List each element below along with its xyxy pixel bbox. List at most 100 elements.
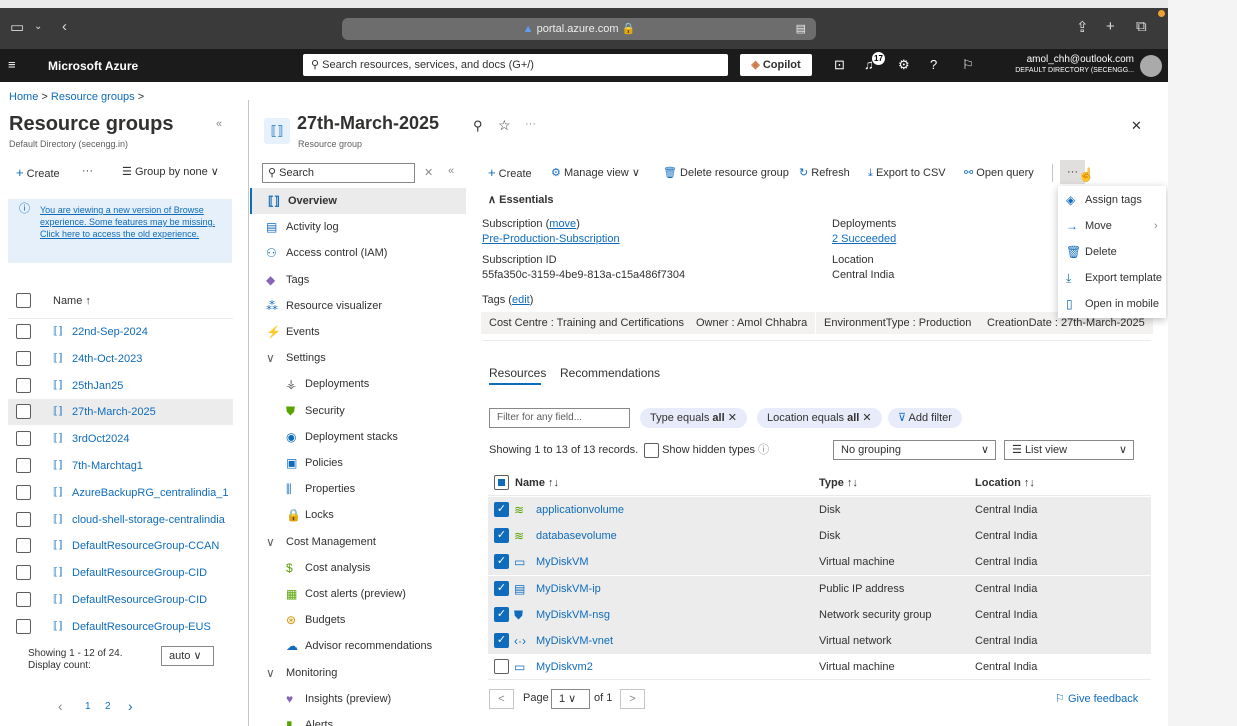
col-location[interactable]: Location ↑↓ [975, 470, 1035, 496]
remove-filter-icon[interactable]: ✕ [862, 412, 871, 424]
page-2-link[interactable]: 2 [105, 701, 111, 712]
resource-group-link[interactable]: AzureBackupRG_centralindia_1 [72, 480, 229, 506]
resource-name-link[interactable]: MyDiskVM-vnet [536, 628, 613, 654]
checkbox[interactable] [16, 484, 31, 500]
grouping-dropdown[interactable]: No grouping ∨ [833, 440, 996, 460]
reader-icon[interactable]: ▤ [796, 18, 806, 40]
new-tab-icon[interactable]: + [1106, 18, 1115, 35]
resource-group-link[interactable]: DefaultResourceGroup-EUS [72, 614, 211, 640]
table-row[interactable]: ✓ ⛊ MyDiskVM-nsg Network security group Cent… [488, 601, 1151, 628]
table-row[interactable]: ✓ ▭ MyDiskVM Virtual machine Central India [488, 549, 1151, 576]
next-page-icon[interactable]: › [128, 698, 133, 714]
row-checkbox[interactable] [494, 659, 509, 675]
resource-group-row[interactable]: ⟦⟧ 27th-March-2025 [8, 399, 233, 426]
tag-chip[interactable]: Owner : Amol Chhabra [688, 312, 816, 334]
table-row[interactable]: ▭ MyDiskvm2 Virtual machine Central India [488, 654, 1151, 681]
resource-group-row[interactable]: ⟦⟧ DefaultResourceGroup-CID [8, 587, 233, 613]
clear-search-icon[interactable]: ✕ [424, 166, 433, 179]
address-bar[interactable]: ▲ portal.azure.com 🔒 ▤ [342, 18, 816, 40]
give-feedback-link[interactable]: ⚐ Give feedback [1055, 692, 1138, 705]
resource-group-row[interactable]: ⟦⟧ 3rdOct2024 [8, 426, 233, 452]
create-button[interactable]: + Create [16, 165, 60, 180]
share-icon[interactable]: ⇪ [1076, 18, 1089, 36]
display-count-dropdown[interactable]: auto ∨ [161, 646, 214, 666]
nav-item-monitoring[interactable]: ∨ Monitoring [250, 660, 466, 686]
nav-item-access-control-iam[interactable]: ⚇ Access control (IAM) [250, 240, 466, 266]
resource-group-link[interactable]: 27th-March-2025 [72, 399, 156, 425]
breadcrumb-home[interactable]: Home [9, 91, 38, 103]
resource-group-link[interactable]: cloud-shell-storage-centralindia [72, 507, 225, 533]
row-checkbox[interactable]: ✓ [494, 633, 509, 648]
nav-item-cost-analysis[interactable]: $ Cost analysis [250, 555, 466, 581]
page-1-link[interactable]: 1 [85, 701, 91, 712]
resource-group-link[interactable]: DefaultResourceGroup-CID [72, 587, 207, 613]
nav-item-settings[interactable]: ∨ Settings [250, 345, 466, 371]
deployments-link[interactable]: 2 Succeeded [832, 233, 896, 245]
nav-item-security[interactable]: ⛊ Security [250, 398, 466, 424]
copilot-button[interactable]: ◈ Copilot [740, 54, 812, 76]
view-dropdown[interactable]: ☰ List view ∨ [1004, 440, 1134, 460]
filter-input[interactable]: Filter for any field... [489, 408, 630, 428]
global-search-input[interactable]: ⚲ Search resources, services, and docs (… [303, 54, 728, 76]
group-by-dropdown[interactable]: ☰ Group by none ∨ [122, 165, 219, 178]
create-resource-button[interactable]: + Create [488, 165, 532, 181]
resource-group-row[interactable]: ⟦⟧ 24th-Oct-2023 [8, 346, 233, 372]
resource-group-row[interactable]: ⟦⟧ 25thJan25 [8, 373, 233, 399]
resource-group-link[interactable]: 7th-Marchtag1 [72, 453, 143, 479]
resource-name-link[interactable]: applicationvolume [536, 497, 624, 523]
resource-group-link[interactable]: DefaultResourceGroup-CCAN [72, 533, 219, 559]
subscription-link[interactable]: Pre-Production-Subscription [482, 233, 620, 245]
help-icon[interactable]: ? [930, 57, 937, 72]
resource-group-row[interactable]: ⟦⟧ 22nd-Sep-2024 [8, 319, 233, 345]
menu-item-move[interactable]: → Move › [1066, 213, 1166, 239]
row-checkbox[interactable]: ✓ [494, 502, 509, 517]
tab-resources[interactable]: Resources [489, 366, 546, 380]
chevron-down-icon[interactable]: ⌄ [34, 21, 42, 32]
resource-name-link[interactable]: MyDiskvm2 [536, 654, 593, 680]
cloud-shell-icon[interactable]: ⊡ [834, 57, 845, 73]
manage-view-button[interactable]: ⚙ Manage view ∨ [551, 165, 640, 181]
more-button[interactable]: ··· [82, 165, 93, 177]
name-column-header[interactable]: Name ↑ [53, 295, 91, 307]
nav-search-input[interactable]: ⚲ Search [262, 163, 415, 183]
user-email[interactable]: amol_chh@outlook.com [1027, 54, 1134, 65]
checkbox[interactable] [16, 565, 31, 581]
menu-item-open-in-mobile[interactable]: ▯ Open in mobile [1066, 291, 1166, 317]
nav-item-activity-log[interactable]: ▤ Activity log [250, 214, 466, 240]
open-query-button[interactable]: ⚯ Open query [964, 165, 1034, 181]
nav-item-insights-preview[interactable]: ♥ Insights (preview) [250, 686, 466, 712]
resource-name-link[interactable]: MyDiskVM-nsg [536, 602, 610, 628]
checkbox[interactable] [16, 592, 31, 607]
breadcrumb-resource-groups[interactable]: Resource groups [51, 91, 135, 103]
select-all-resources-checkbox[interactable] [494, 475, 509, 490]
brand[interactable]: Microsoft Azure [48, 59, 138, 73]
resource-group-link[interactable]: 22nd-Sep-2024 [72, 319, 148, 345]
table-row[interactable]: ✓ ‹·› MyDiskVM-vnet Virtual network Central … [488, 628, 1151, 654]
nav-item-overview[interactable]: ⟦⟧ Overview [250, 188, 466, 214]
remove-filter-icon[interactable]: ✕ [728, 412, 737, 424]
resource-group-link[interactable]: 24th-Oct-2023 [72, 346, 142, 372]
table-row[interactable]: ✓ ≋ databasevolume Disk Central India [488, 523, 1151, 550]
checkbox[interactable] [16, 293, 31, 308]
collapse-nav-icon[interactable]: « [448, 165, 454, 177]
col-name[interactable]: Name ↑↓ [515, 470, 559, 496]
settings-gear-icon[interactable]: ⚙ [898, 57, 910, 73]
page-dropdown[interactable]: 1 ∨ [551, 689, 590, 709]
resource-group-row[interactable]: ⟦⟧ DefaultResourceGroup-CCAN [8, 533, 233, 559]
move-link[interactable]: move [549, 218, 576, 230]
location-filter-pill[interactable]: Location equals all ✕ [757, 408, 882, 428]
checkbox[interactable] [16, 404, 31, 420]
resource-group-link[interactable]: DefaultResourceGroup-CID [72, 560, 207, 586]
avatar[interactable] [1140, 55, 1162, 77]
resource-group-row[interactable]: ⟦⟧ DefaultResourceGroup-EUS [8, 614, 233, 640]
collapse-icon[interactable]: « [216, 118, 222, 130]
select-all-checkbox[interactable] [16, 293, 31, 308]
export-csv-button[interactable]: ⤓ Export to CSV [868, 165, 946, 181]
edit-tags-link[interactable]: edit [512, 294, 530, 306]
tabs-overview-icon[interactable]: ⧉ [1136, 18, 1147, 35]
tab-recommendations[interactable]: Recommendations [560, 366, 660, 380]
resource-name-link[interactable]: databasevolume [536, 523, 617, 549]
favorite-star-icon[interactable]: ☆ [498, 117, 511, 134]
nav-item-deployment-stacks[interactable]: ◉ Deployment stacks [250, 424, 466, 450]
checkbox[interactable] [16, 350, 31, 366]
